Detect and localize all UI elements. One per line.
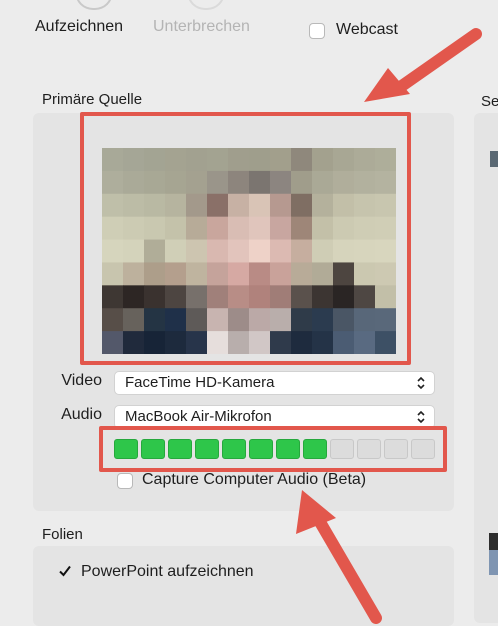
powerpoint-checkbox[interactable] [58,563,72,579]
video-source-select[interactable]: FaceTime HD-Kamera [114,371,435,395]
audio-label: Audio [61,406,102,423]
up-down-chevron-icon [417,410,425,424]
slides-title: Folien [42,526,83,543]
secondary-preview-thumb-top [490,151,498,167]
arrow-icon [364,28,482,102]
video-label: Video [61,372,102,389]
primary-source-title: Primäre Quelle [42,91,143,108]
audio-source-value: MacBook Air-Mikrofon [125,408,272,425]
pause-button-top[interactable] [187,0,225,10]
audio-level-highlight [99,426,447,472]
checkmark-icon [59,565,71,577]
capture-computer-audio-checkbox[interactable] [117,473,133,489]
video-source-value: FaceTime HD-Kamera [125,374,275,391]
arrow-icon [296,490,382,624]
pause-button-label[interactable]: Unterbrechen [153,18,250,36]
record-button-label[interactable]: Aufzeichnen [35,18,123,36]
camera-preview-highlight [80,112,411,365]
webcast-checkbox[interactable] [309,23,325,39]
secondary-preview-thumb-bottom [489,533,498,575]
record-button-top[interactable] [75,0,113,10]
up-down-chevron-icon [417,376,425,390]
powerpoint-label: PowerPoint aufzeichnen [81,563,254,580]
